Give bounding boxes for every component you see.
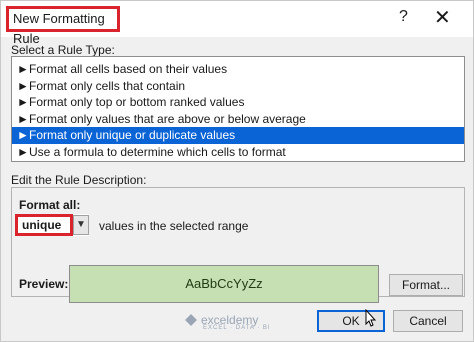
preview-label: Preview: xyxy=(19,277,69,291)
rule-type-label: Format only top or bottom ranked values xyxy=(29,95,245,109)
help-icon[interactable]: ? xyxy=(399,8,408,26)
rule-type-item-selected[interactable]: ►Format only unique or duplicate values xyxy=(12,127,464,144)
rule-type-item[interactable]: ►Use a formula to determine which cells … xyxy=(12,144,464,161)
dialog-title: New Formatting Rule xyxy=(6,6,120,46)
arrow-icon: ► xyxy=(17,78,29,93)
rule-type-label: Format only unique or duplicate values xyxy=(29,128,236,142)
preview-box: AaBbCcYyZz xyxy=(69,265,379,303)
rule-type-item[interactable]: ►Format all cells based on their values xyxy=(12,61,464,78)
title-bar: New Formatting Rule ? ✕ xyxy=(1,1,473,46)
exceldemy-logo-icon xyxy=(185,314,197,326)
chevron-down-icon[interactable]: ▼ xyxy=(73,215,89,235)
arrow-icon: ► xyxy=(17,95,29,109)
arrow-icon: ► xyxy=(17,111,29,126)
range-text: values in the selected range xyxy=(99,219,249,233)
rule-type-heading: Select a Rule Type: xyxy=(11,43,115,57)
rule-type-label: Format only values that are above or bel… xyxy=(29,111,306,126)
arrow-icon: ► xyxy=(17,62,29,76)
format-button[interactable]: Format... xyxy=(389,274,463,296)
exceldemy-watermark: exceldemy EXCEL · DATA · BI xyxy=(185,313,271,331)
rule-type-item[interactable]: ►Format only values that are above or be… xyxy=(12,111,464,128)
rule-type-item[interactable]: ►Format only cells that contain xyxy=(12,78,464,95)
arrow-icon: ► xyxy=(17,144,29,159)
rule-type-label: Format all cells based on their values xyxy=(29,62,228,76)
mouse-cursor-icon xyxy=(365,309,377,327)
close-icon[interactable]: ✕ xyxy=(434,5,451,30)
format-all-label: Format all: xyxy=(19,198,81,212)
format-all-value[interactable]: unique xyxy=(15,214,73,236)
arrow-icon: ► xyxy=(17,128,29,142)
cancel-button[interactable]: Cancel xyxy=(393,310,463,332)
new-formatting-rule-dialog: New Formatting Rule ? ✕ Select a Rule Ty… xyxy=(0,0,474,342)
rule-type-list[interactable]: ►Format all cells based on their values … xyxy=(11,56,465,162)
rule-type-label: Format only cells that contain xyxy=(29,78,186,93)
rule-type-item[interactable]: ►Format only top or bottom ranked values xyxy=(12,94,464,111)
rule-type-label: Use a formula to determine which cells t… xyxy=(29,144,286,159)
rule-description-heading: Edit the Rule Description: xyxy=(11,173,147,187)
format-all-dropdown[interactable]: unique ▼ xyxy=(15,214,89,236)
watermark-tagline: EXCEL · DATA · BI xyxy=(203,325,271,331)
